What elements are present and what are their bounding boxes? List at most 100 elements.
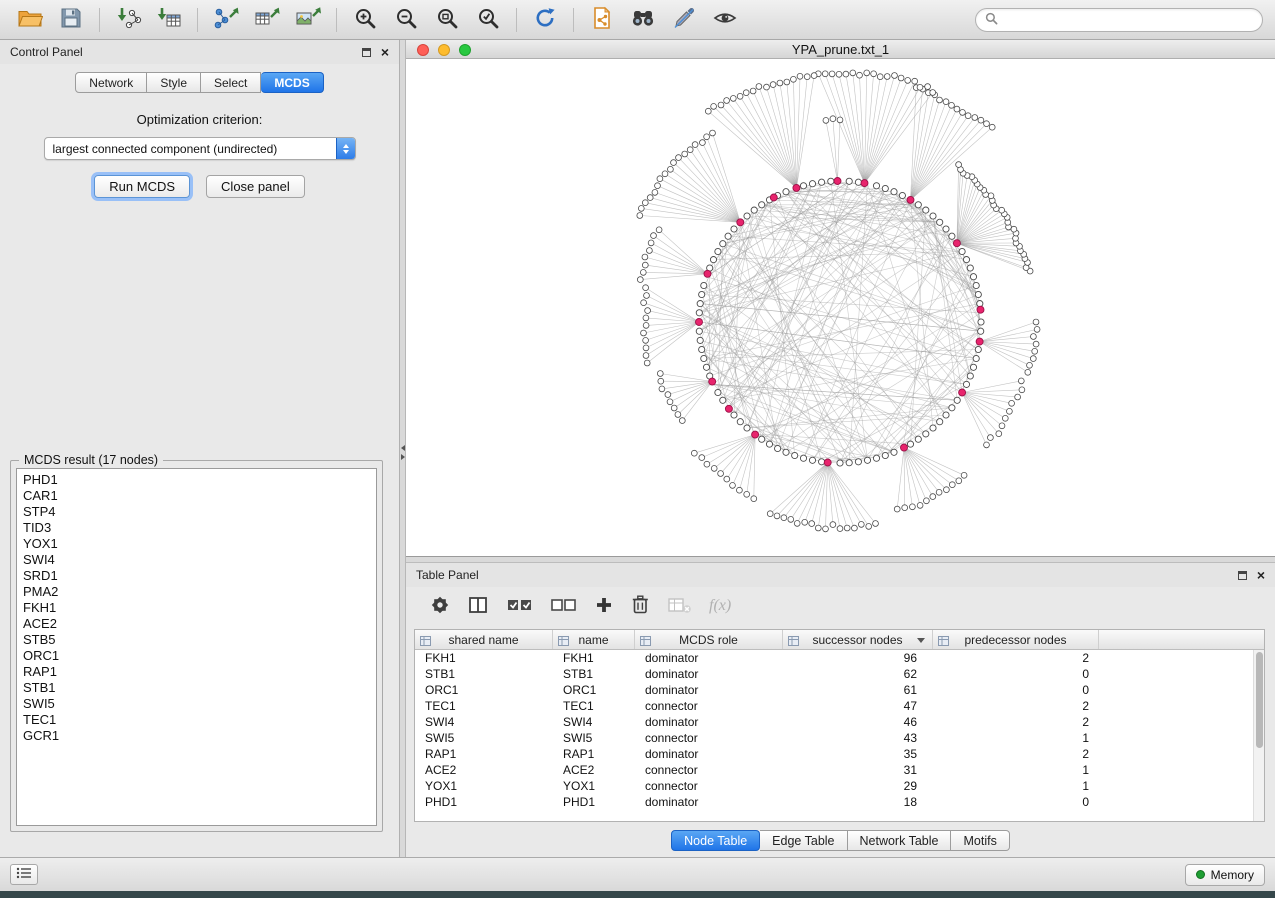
column-header-predecessor-nodes[interactable]: predecessor nodes: [933, 630, 1099, 649]
task-history-button[interactable]: [10, 864, 38, 885]
refresh-layout-button[interactable]: [527, 5, 563, 35]
mcds-result-item[interactable]: FKH1: [23, 600, 376, 616]
mcds-result-item[interactable]: SWI5: [23, 696, 376, 712]
export-image-button[interactable]: [290, 5, 326, 35]
column-label: MCDS role: [679, 633, 738, 647]
memory-button[interactable]: Memory: [1185, 864, 1265, 886]
table-row[interactable]: SWI5 SWI5 connector 43 1: [415, 730, 1264, 746]
mcds-result-item[interactable]: RAP1: [23, 664, 376, 680]
cell-shared-name: TEC1: [415, 699, 553, 713]
zoom-fit-button[interactable]: [429, 5, 465, 35]
sort-descending-icon[interactable]: [917, 638, 925, 643]
mcds-result-item[interactable]: TEC1: [23, 712, 376, 728]
run-mcds-button[interactable]: Run MCDS: [94, 175, 190, 198]
tab-network[interactable]: Network: [75, 72, 147, 93]
tab-motifs[interactable]: Motifs: [951, 830, 1009, 851]
tab-network-table[interactable]: Network Table: [848, 830, 952, 851]
cell-successor-nodes: 47: [783, 699, 933, 713]
mcds-result-item[interactable]: ORC1: [23, 648, 376, 664]
mcds-result-item[interactable]: STB5: [23, 632, 376, 648]
zoom-in-button[interactable]: [347, 5, 383, 35]
style-brush-button[interactable]: [666, 5, 702, 35]
zoom-out-icon: [394, 6, 418, 33]
delete-column-button[interactable]: [631, 594, 650, 618]
search-box[interactable]: [975, 8, 1263, 32]
show-graphics-eye-icon: [712, 6, 738, 33]
show-columns-button[interactable]: [467, 595, 489, 618]
tab-mcds[interactable]: MCDS: [261, 72, 323, 93]
mcds-result-list[interactable]: PHD1 CAR1 STP4 TID3 YOX1 SWI4 SRD1 PMA2: [16, 468, 377, 826]
vertical-splitter[interactable]: [400, 40, 406, 857]
mcds-result-group: MCDS result (17 nodes) PHD1 CAR1 STP4 TI…: [10, 460, 383, 832]
network-canvas[interactable]: [406, 59, 1275, 556]
optimization-criterion-value: largest connected component (undirected): [45, 142, 336, 156]
zoom-selected-button[interactable]: [470, 5, 506, 35]
mcds-result-item[interactable]: GCR1: [23, 728, 376, 744]
table-row[interactable]: RAP1 RAP1 dominator 35 2: [415, 746, 1264, 762]
float-panel-icon[interactable]: [1238, 571, 1247, 580]
gear-icon: [430, 595, 450, 618]
mcds-result-item[interactable]: TID3: [23, 520, 376, 536]
select-all-button[interactable]: [506, 596, 533, 617]
cell-predecessor-nodes: 0: [933, 795, 1099, 809]
tab-edge-table[interactable]: Edge Table: [760, 830, 847, 851]
import-table-button[interactable]: [151, 5, 187, 35]
save-session-button[interactable]: [53, 5, 89, 35]
mcds-result-item[interactable]: SRD1: [23, 568, 376, 584]
create-column-button[interactable]: [594, 595, 614, 618]
splitter-grip-icon[interactable]: [400, 445, 406, 460]
table-row[interactable]: YOX1 YOX1 connector 29 1: [415, 778, 1264, 794]
table-row[interactable]: ORC1 ORC1 dominator 61 0: [415, 682, 1264, 698]
table-row[interactable]: PHD1 PHD1 dominator 18 0: [415, 794, 1264, 810]
find-binoculars-button[interactable]: [625, 5, 661, 35]
close-panel-icon[interactable]: ×: [1257, 570, 1265, 580]
cell-successor-nodes: 18: [783, 795, 933, 809]
zoom-out-button[interactable]: [388, 5, 424, 35]
column-header-mcds-role[interactable]: MCDS role: [635, 630, 783, 649]
mcds-result-item[interactable]: STB1: [23, 680, 376, 696]
memory-status-icon: [1196, 870, 1205, 879]
table-toolbar: f(x): [406, 587, 1275, 625]
table-row[interactable]: TEC1 TEC1 connector 47 2: [415, 698, 1264, 714]
import-network-button[interactable]: [110, 5, 146, 35]
cell-predecessor-nodes: 2: [933, 651, 1099, 665]
table-row[interactable]: FKH1 FKH1 dominator 96 2: [415, 650, 1264, 666]
optimization-criterion-select[interactable]: largest connected component (undirected): [44, 137, 356, 160]
cell-successor-nodes: 96: [783, 651, 933, 665]
table-row[interactable]: ACE2 ACE2 connector 31 1: [415, 762, 1264, 778]
window-close-icon[interactable]: [417, 44, 429, 56]
window-zoom-icon[interactable]: [459, 44, 471, 56]
mcds-result-item[interactable]: ACE2: [23, 616, 376, 632]
table-scrollbar[interactable]: [1253, 650, 1264, 821]
column-header-name[interactable]: name: [553, 630, 635, 649]
network-titlebar[interactable]: YPA_prune.txt_1: [406, 40, 1275, 59]
float-panel-icon[interactable]: [362, 48, 371, 57]
column-header-shared-name[interactable]: shared name: [415, 630, 553, 649]
tab-style[interactable]: Style: [147, 72, 201, 93]
table-settings-button[interactable]: [430, 595, 450, 618]
column-header-successor-nodes[interactable]: successor nodes: [783, 630, 933, 649]
mcds-result-item[interactable]: SWI4: [23, 552, 376, 568]
open-file-button[interactable]: [12, 5, 48, 35]
close-panel-icon[interactable]: ×: [381, 47, 389, 57]
mcds-result-item[interactable]: CAR1: [23, 488, 376, 504]
close-panel-button[interactable]: Close panel: [206, 175, 305, 198]
mcds-result-item[interactable]: STP4: [23, 504, 376, 520]
export-table-button[interactable]: [249, 5, 285, 35]
mcds-result-item[interactable]: PMA2: [23, 584, 376, 600]
show-graphics-eye-button[interactable]: [707, 5, 743, 35]
search-input[interactable]: [1003, 13, 1253, 27]
table-row[interactable]: SWI4 SWI4 dominator 46 2: [415, 714, 1264, 730]
mcds-result-item[interactable]: YOX1: [23, 536, 376, 552]
tab-select[interactable]: Select: [201, 72, 261, 93]
mcds-result-item[interactable]: PHD1: [23, 472, 376, 488]
unselect-all-button[interactable]: [550, 596, 577, 617]
table-body: FKH1 FKH1 dominator 96 2 STB1 STB1: [415, 650, 1264, 810]
table-row[interactable]: STB1 STB1 dominator 62 0: [415, 666, 1264, 682]
tab-node-table[interactable]: Node Table: [671, 830, 760, 851]
scrollbar-thumb[interactable]: [1256, 652, 1263, 748]
export-network-button[interactable]: [208, 5, 244, 35]
annotation-share-button[interactable]: [584, 5, 620, 35]
window-minimize-icon[interactable]: [438, 44, 450, 56]
cell-name: PHD1: [553, 795, 635, 809]
